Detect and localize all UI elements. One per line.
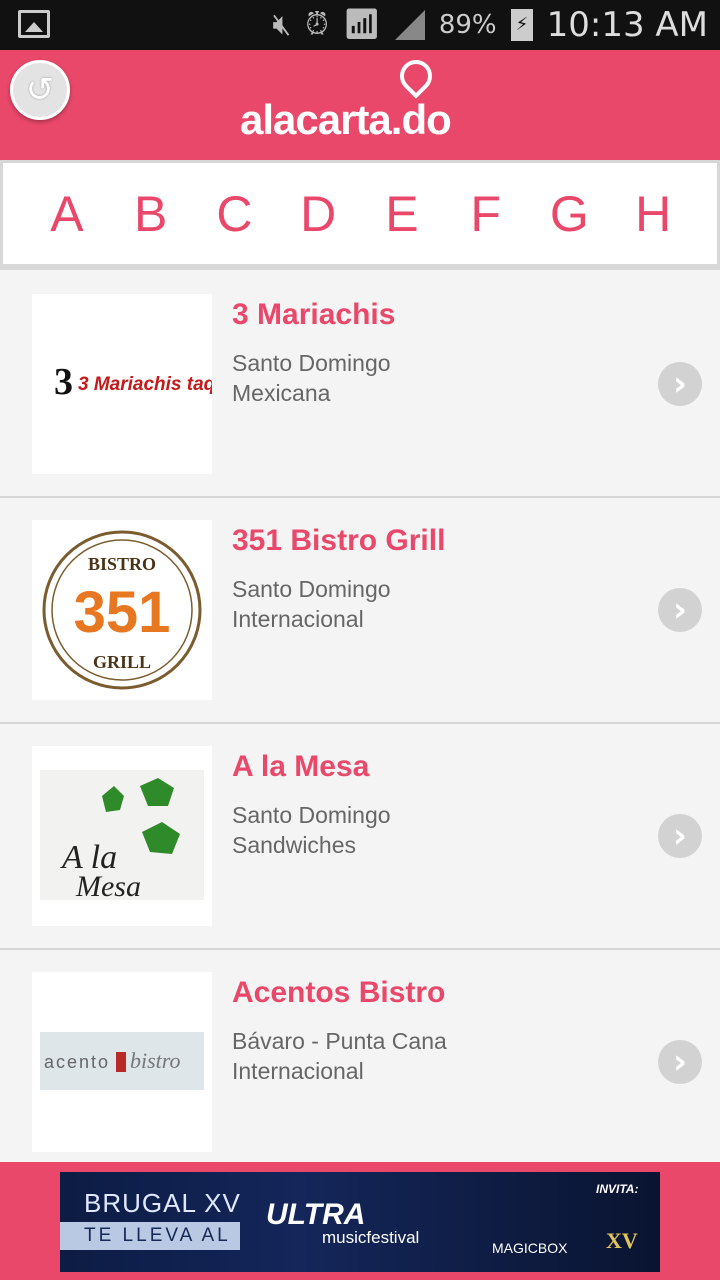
svg-text:Mesa: Mesa: [75, 870, 141, 903]
restaurant-logo: acento bistro: [32, 972, 212, 1152]
letter-e[interactable]: E: [372, 185, 432, 243]
banner-sponsor: MAGICBOX: [492, 1240, 568, 1256]
chevron-right-icon[interactable]: ›: [658, 814, 702, 858]
logo-text: alacarta.do: [240, 96, 452, 143]
chevron-right-icon[interactable]: ›: [658, 588, 702, 632]
signal-icon: [394, 10, 425, 40]
banner-line1: BRUGAL XV: [84, 1188, 241, 1218]
restaurant-name: A la Mesa: [232, 750, 370, 783]
clock: 10:13 AM: [546, 5, 708, 45]
letter-a[interactable]: A: [37, 185, 97, 243]
banner-sub: musicfestival: [322, 1228, 420, 1247]
alarm-icon: ⏰︎: [305, 7, 329, 42]
ad-banner-container: BRUGAL XV TE LLEVA AL ULTRA musicfestiva…: [0, 1162, 720, 1280]
letter-d[interactable]: D: [288, 185, 348, 243]
svg-text:3: 3: [54, 361, 73, 403]
restaurant-name: Acentos Bistro: [232, 976, 446, 1009]
restaurant-list: 3 3 Mariachis taquería 3 Mariachis Santo…: [0, 272, 720, 1162]
svg-text:GRILL: GRILL: [93, 652, 151, 672]
list-item[interactable]: BISTRO 351 GRILL 351 Bistro Grill Santo …: [0, 498, 720, 724]
svg-text:BISTRO: BISTRO: [88, 554, 156, 574]
battery-percent: 89%: [438, 10, 497, 40]
location-pin-icon: [393, 53, 439, 99]
restaurant-city: Santo Domingo: [232, 802, 391, 828]
svg-text:bistro: bistro: [130, 1048, 181, 1073]
restaurant-logo: 3 3 Mariachis taquería: [32, 294, 212, 474]
wifi-icon: 📶︎: [342, 7, 381, 42]
svg-text:acento: acento: [44, 1052, 110, 1072]
restaurant-city: Bávaro - Punta Cana: [232, 1028, 447, 1054]
letter-f[interactable]: F: [456, 185, 516, 243]
banner-mark: XV: [606, 1228, 638, 1253]
restaurant-city: Santo Domingo: [232, 350, 391, 376]
app-logo: alacarta.do: [240, 53, 500, 148]
chevron-right-icon[interactable]: ›: [658, 1040, 702, 1084]
svg-text:351: 351: [74, 580, 171, 645]
banner-invite: INVITA:: [596, 1182, 639, 1196]
logo-mariachis: 3 Mariachis taquería: [78, 374, 212, 395]
letter-c[interactable]: C: [204, 185, 264, 243]
back-arrow-icon: ↺: [25, 70, 55, 110]
back-button[interactable]: ↺: [10, 60, 70, 120]
restaurant-cuisine: Internacional: [232, 606, 364, 632]
chevron-right-icon[interactable]: ›: [658, 362, 702, 406]
restaurant-cuisine: Internacional: [232, 1058, 364, 1084]
status-bar: 🔇︎ ⏰︎ 📶︎ 89% 10:13 AM: [0, 0, 720, 50]
restaurant-name: 3 Mariachis: [232, 298, 396, 331]
letter-g[interactable]: G: [539, 185, 599, 243]
banner-brand: ULTRA: [266, 1198, 366, 1231]
restaurant-name: 351 Bistro Grill: [232, 524, 446, 557]
restaurant-logo: BISTRO 351 GRILL: [32, 520, 212, 700]
restaurant-logo: A la Mesa: [32, 746, 212, 926]
list-item[interactable]: A la Mesa A la Mesa Santo Domingo Sandwi…: [0, 724, 720, 950]
mute-icon: 🔇︎: [272, 7, 292, 42]
banner-line2: TE LLEVA AL: [60, 1222, 240, 1250]
gallery-icon: [18, 10, 50, 38]
battery-charging-icon: [510, 9, 533, 41]
restaurant-cuisine: Sandwiches: [232, 832, 357, 858]
alphabet-index: A B C D E F G H: [0, 160, 720, 270]
restaurant-cuisine: Mexicana: [232, 380, 331, 406]
app-bar: ↺ alacarta.do: [0, 50, 720, 160]
list-item[interactable]: acento bistro Acentos Bistro Bávaro - Pu…: [0, 950, 720, 1162]
letter-h[interactable]: H: [623, 185, 683, 243]
list-item[interactable]: 3 3 Mariachis taquería 3 Mariachis Santo…: [0, 272, 720, 498]
letter-b[interactable]: B: [121, 185, 181, 243]
restaurant-city: Santo Domingo: [232, 576, 391, 602]
ad-banner[interactable]: BRUGAL XV TE LLEVA AL ULTRA musicfestiva…: [60, 1172, 660, 1272]
